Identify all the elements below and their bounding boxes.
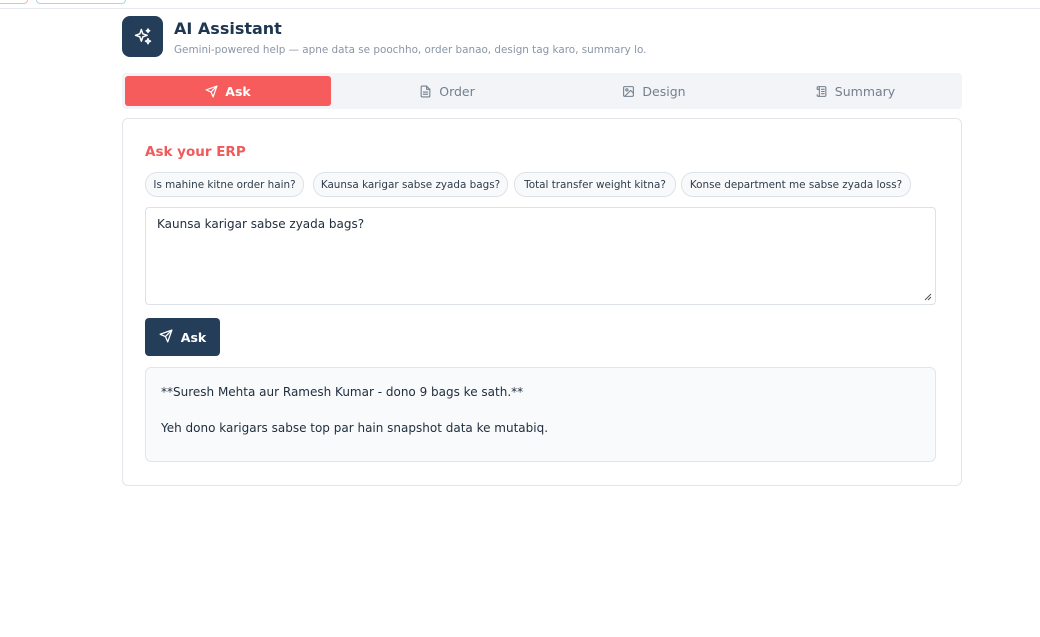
suggestion-chip[interactable]: Konse department me sabse zyada loss? (681, 172, 911, 197)
ask-button-label: Ask (180, 329, 207, 345)
suggestion-chip[interactable]: Kaunsa karigar sabse zyada bags? (313, 172, 508, 197)
tab-design[interactable]: Design (551, 76, 757, 106)
send-icon (205, 84, 218, 98)
sparkles-icon (122, 16, 163, 57)
page-header: AI Assistant Gemini-powered help — apne … (122, 16, 962, 60)
page-subtitle: Gemini-powered help — apne data se pooch… (174, 44, 647, 56)
answer-line: **Suresh Mehta aur Ramesh Kumar - dono 9… (161, 385, 524, 399)
tab-label: Order (439, 83, 475, 99)
answer-box: **Suresh Mehta aur Ramesh Kumar - dono 9… (145, 367, 936, 462)
partial-tab-fragment (0, 0, 28, 4)
tab-order[interactable]: Order (344, 76, 550, 106)
resize-handle-icon[interactable] (924, 293, 932, 301)
ask-button[interactable]: Ask (145, 318, 220, 356)
tab-label: Summary (834, 83, 896, 99)
answer-line: Yeh dono karigars sabse top par hain sna… (161, 421, 549, 435)
tab-label: Design (642, 83, 686, 99)
browser-top-strip (0, 0, 1040, 9)
tab-summary[interactable]: Summary (752, 76, 958, 106)
section-title: Ask your ERP (145, 144, 246, 160)
ask-panel: Ask your ERP Is mahine kitne order hain?… (122, 118, 962, 486)
image-icon (622, 85, 635, 98)
question-text: Kaunsa karigar sabse zyada bags? (157, 217, 365, 231)
tab-label: Ask (225, 83, 251, 99)
tab-ask[interactable]: Ask (125, 76, 331, 106)
suggestion-chip[interactable]: Is mahine kitne order hain? (145, 172, 304, 197)
send-icon (159, 329, 173, 346)
scroll-icon (815, 85, 828, 98)
assistant-tabs: Ask Order Design Summary (122, 73, 962, 109)
suggestion-chip[interactable]: Total transfer weight kitna? (514, 172, 676, 197)
question-textarea[interactable]: Kaunsa karigar sabse zyada bags? (145, 207, 936, 305)
document-icon (419, 85, 432, 98)
page-title: AI Assistant (174, 19, 282, 38)
partial-tab-fragment (36, 0, 126, 4)
